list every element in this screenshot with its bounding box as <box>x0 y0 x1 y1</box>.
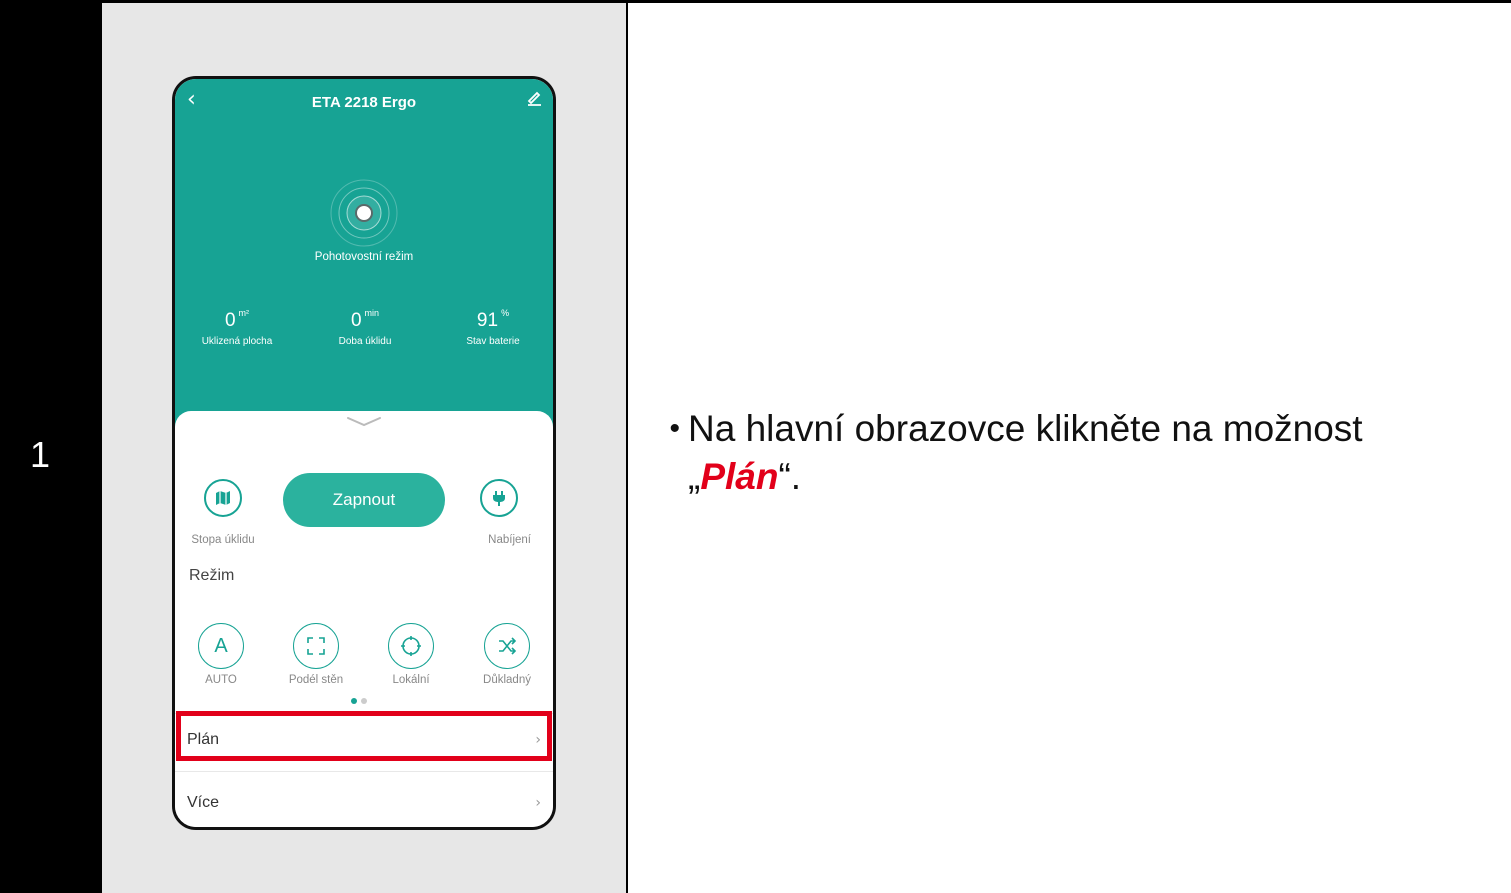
collapse-chevron-icon[interactable] <box>175 415 553 434</box>
device-title: ETA 2218 Ergo <box>311 94 417 111</box>
mode-deep-label: Důkladný <box>483 674 531 686</box>
highlighted-option: Plán <box>700 456 779 497</box>
stat-battery: 91% Stav baterie <box>466 308 520 347</box>
page-indicator <box>351 691 371 709</box>
stat-cleaning-time: 0 min Doba úklidu <box>338 308 392 347</box>
instruction-line: Na hlavní obrazovce klikněte na možnost <box>688 408 1363 449</box>
cleaning-map-label: Stopa úklidu <box>191 534 255 546</box>
status-panel: ‹ ETA 2218 Ergo Pohotovostní režim 0 m² U… <box>175 79 553 427</box>
map-icon <box>216 491 230 505</box>
menu-item-more-label: Více <box>187 794 220 811</box>
menu-item-more[interactable]: Více › <box>175 779 553 827</box>
standby-status-icon <box>330 179 398 247</box>
plug-icon <box>493 491 505 506</box>
step-number: 1 <box>29 434 51 475</box>
instruction-target: „Plán“. <box>688 456 802 497</box>
mode-spot-label: Lokální <box>392 674 430 686</box>
random-mode-icon <box>499 637 517 655</box>
start-button[interactable]: Zapnout <box>283 473 445 527</box>
mode-auto-button[interactable]: A <box>198 623 244 669</box>
edit-icon[interactable] <box>525 89 543 107</box>
charge-label: Nabíjení <box>488 534 531 546</box>
chevron-right-icon: › <box>535 795 541 811</box>
stat-cleaned-area: 0 m² Uklizená plocha <box>201 308 273 347</box>
auto-mode-icon: A <box>214 634 228 657</box>
page-dot-active <box>351 698 357 704</box>
page-dot <box>361 698 367 704</box>
charge-button[interactable] <box>480 479 518 517</box>
bullet: • <box>669 412 680 445</box>
device-status: Pohotovostní režim <box>314 251 414 263</box>
control-sheet: Stopa úklidu Zapnout Nabíjení Režim A AU… <box>175 411 553 827</box>
mode-edge-label: Podél stěn <box>288 674 344 686</box>
mode-edge-button[interactable] <box>293 623 339 669</box>
spot-mode-icon <box>401 636 421 656</box>
edge-mode-icon <box>307 637 325 655</box>
plan-highlight-frame <box>176 711 552 761</box>
mode-spot-button[interactable] <box>388 623 434 669</box>
step-column: 1 <box>0 0 102 893</box>
divider <box>175 771 553 772</box>
mode-deep-button[interactable] <box>484 623 530 669</box>
mode-auto-label: AUTO <box>205 674 237 686</box>
mode-section-title: Režim <box>189 567 235 584</box>
cleaning-map-button[interactable] <box>204 479 242 517</box>
